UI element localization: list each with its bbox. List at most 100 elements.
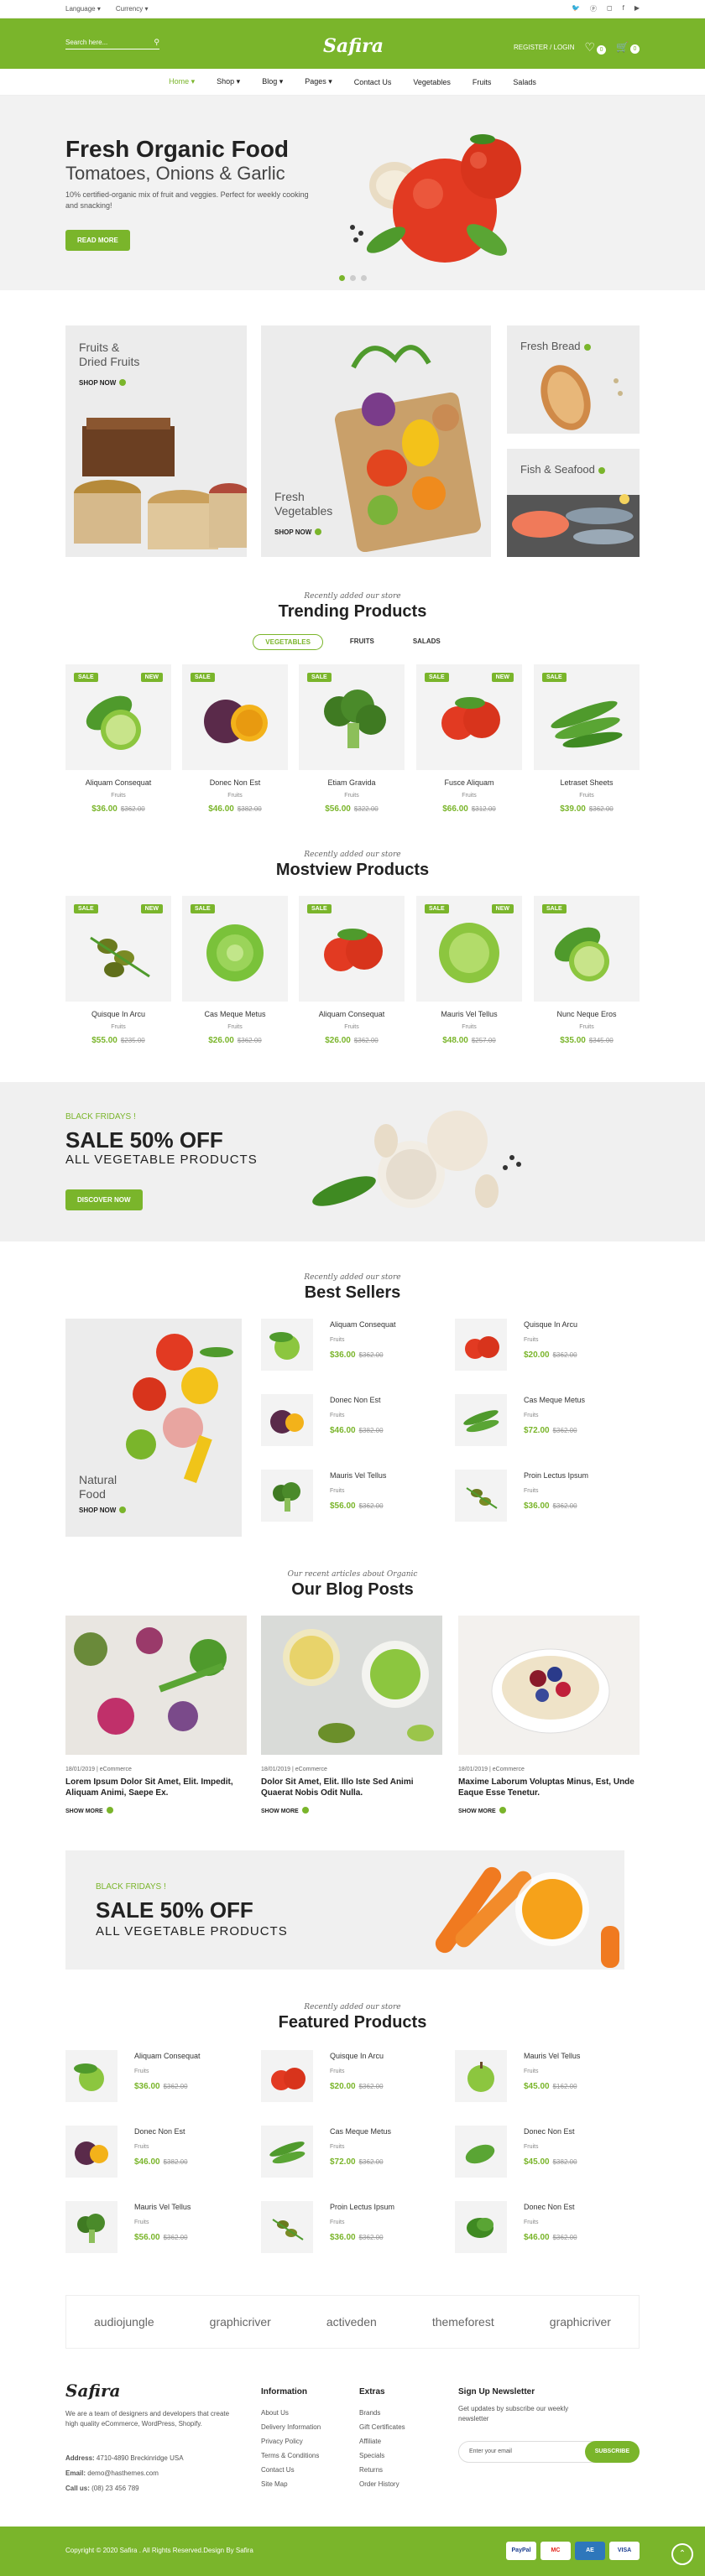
product-name[interactable]: Donec Non Est [330,1396,381,1404]
product-name[interactable]: Mauris Vel Tellus [134,2203,191,2211]
product-image[interactable]: SALE NEW [416,896,522,1002]
product-card[interactable]: SALE NEW Quisque In Arcu Fruits $55.00 $23… [65,896,171,1045]
product-card[interactable]: SALE NEW Aliquam Consequat Fruits $36.00 $… [65,664,171,814]
product-card[interactable]: SALE Nunc Neque Eros Fruits $35.00 $345.0… [534,896,640,1045]
currency-select[interactable]: Currency ▾ [116,5,149,13]
list-item[interactable]: Quisque In Arcu Fruits $20.00 $362.00 [261,2050,446,2110]
product-name[interactable]: Mauris Vel Tellus [416,1010,522,1018]
product-image[interactable]: SALE [182,896,288,1002]
product-image[interactable] [65,2201,118,2253]
product-image[interactable] [455,2126,507,2178]
footer-link[interactable]: Delivery Information [261,2420,321,2434]
banner-vegetables[interactable]: Fresh Vegetables SHOP NOW [261,325,491,557]
nav-blog[interactable]: Blog ▾ [262,77,283,86]
footer-link[interactable]: Terms & Conditions [261,2449,321,2463]
product-image[interactable]: SALE NEW [65,664,171,770]
product-name[interactable]: Nunc Neque Eros [534,1010,640,1018]
list-item[interactable]: Cas Meque Metus Fruits $72.00 $362.00 [455,1394,640,1455]
product-image[interactable] [455,1394,507,1446]
footer-link[interactable]: Brands [359,2406,405,2420]
subscribe-button[interactable]: SUBSCRIBE [584,2441,640,2463]
nav-contact[interactable]: Contact Us [354,78,392,86]
footer-link[interactable]: Site Map [261,2477,321,2491]
product-name[interactable]: Quisque In Arcu [330,2052,384,2060]
list-item[interactable]: Cas Meque Metus Fruits $72.00 $362.00 [261,2126,446,2186]
product-name[interactable]: Cas Meque Metus [524,1396,585,1404]
product-image[interactable] [261,2050,313,2102]
post-title[interactable]: Lorem Ipsum Dolor Sit Amet, Elit. Impedi… [65,1777,247,1798]
show-more-link[interactable]: SHOW MORE [65,1807,247,1814]
product-name[interactable]: Aliquam Consequat [330,1320,396,1329]
product-name[interactable]: Quisque In Arcu [65,1010,171,1018]
product-image[interactable] [455,2050,507,2102]
product-card[interactable]: SALE Etiam Gravida Fruits $56.00 $322.00 [299,664,405,814]
search-input[interactable]: Search here... ⚲ [65,38,159,49]
footer-link[interactable]: Returns [359,2463,405,2477]
product-image[interactable] [65,2050,118,2102]
list-item[interactable]: Donec Non Est Fruits $45.00 $382.00 [455,2126,640,2186]
product-card[interactable]: SALE NEW Mauris Vel Tellus Fruits $48.00 $… [416,896,522,1045]
footer-link[interactable]: About Us [261,2406,321,2420]
product-name[interactable]: Donec Non Est [134,2127,185,2136]
scroll-to-top-button[interactable]: ⌃ [671,2543,693,2565]
facebook-icon[interactable]: f [623,4,624,13]
brand-logo[interactable]: audiojungle [94,2315,154,2329]
product-name[interactable]: Cas Meque Metus [330,2127,391,2136]
post-title[interactable]: Maxime Laborum Voluptas Minus, Est, Unde… [458,1777,640,1798]
product-image[interactable] [455,2201,507,2253]
product-image[interactable] [261,1394,313,1446]
product-image[interactable] [455,1470,507,1522]
product-name[interactable]: Donec Non Est [524,2127,575,2136]
product-name[interactable]: Aliquam Consequat [65,778,171,787]
product-card[interactable]: SALE NEW Fusce Aliquam Fruits $66.00 $312.… [416,664,522,814]
list-item[interactable]: Aliquam Consequat Fruits $36.00 $362.00 [65,2050,250,2110]
tab-salads[interactable]: SALADS [401,634,452,650]
product-image[interactable]: SALE [534,896,640,1002]
shop-now-link[interactable]: SHOP NOW [274,528,322,536]
language-select[interactable]: Language ▾ [65,5,101,13]
twitter-icon[interactable]: 🐦 [572,4,580,13]
product-name[interactable]: Aliquam Consequat [299,1010,405,1018]
slider-dot[interactable] [339,275,345,281]
product-name[interactable]: Mauris Vel Tellus [330,1471,386,1480]
blog-image[interactable] [65,1616,247,1755]
blog-image[interactable] [458,1616,640,1755]
pinterest-icon[interactable]: ⓟ [590,4,597,13]
slider-dot[interactable] [350,275,356,281]
product-card[interactable]: SALE Letraset Sheets Fruits $39.00 $362.0… [534,664,640,814]
list-item[interactable]: Donec Non Est Fruits $46.00 $382.00 [65,2126,250,2186]
product-name[interactable]: Proin Lectus Ipsum [524,1471,588,1480]
newsletter-email-input[interactable]: Enter your email SUBSCRIBE [458,2441,640,2463]
cart-button[interactable]: 🛒 0 [616,41,640,54]
tab-fruits[interactable]: FRUITS [338,634,386,650]
product-card[interactable]: SALE Cas Meque Metus Fruits $26.00 $362.0… [182,896,288,1045]
logo[interactable]: Safira [323,35,384,57]
product-image[interactable] [65,2126,118,2178]
list-item[interactable]: Quisque In Arcu Fruits $20.00 $362.00 [455,1319,640,1379]
product-name[interactable]: Etiam Gravida [299,778,405,787]
list-item[interactable]: Proin Lectus Ipsum Fruits $36.00 $362.00 [261,2201,446,2261]
search-icon[interactable]: ⚲ [154,38,159,47]
product-card[interactable]: SALE Aliquam Consequat Fruits $26.00 $362… [299,896,405,1045]
email-value[interactable]: demo@hasthemes.com [87,2469,159,2477]
product-name[interactable]: Mauris Vel Tellus [524,2052,580,2060]
product-name[interactable]: Cas Meque Metus [182,1010,288,1018]
nav-salads[interactable]: Salads [513,78,536,86]
banner-fruits[interactable]: Fruits & Dried Fruits SHOP NOW [65,325,247,557]
product-image[interactable]: SALE [299,664,405,770]
product-name[interactable]: Fusce Aliquam [416,778,522,787]
product-image[interactable] [261,1319,313,1371]
footer-logo[interactable]: Safira [65,2381,120,2401]
nav-vegetables[interactable]: Vegetables [413,78,451,86]
product-name[interactable]: Letraset Sheets [534,778,640,787]
instagram-icon[interactable]: ◻ [607,4,613,13]
nav-home[interactable]: Home ▾ [169,77,195,86]
product-name[interactable]: Donec Non Est [524,2203,575,2211]
blog-image[interactable] [261,1616,442,1755]
product-image[interactable] [261,2201,313,2253]
product-image[interactable]: SALE [299,896,405,1002]
discover-now-button[interactable]: DISCOVER NOW [65,1189,143,1210]
footer-link[interactable]: Privacy Policy [261,2434,321,2449]
tab-vegetables[interactable]: VEGETABLES [253,634,323,650]
footer-link[interactable]: Contact Us [261,2463,321,2477]
